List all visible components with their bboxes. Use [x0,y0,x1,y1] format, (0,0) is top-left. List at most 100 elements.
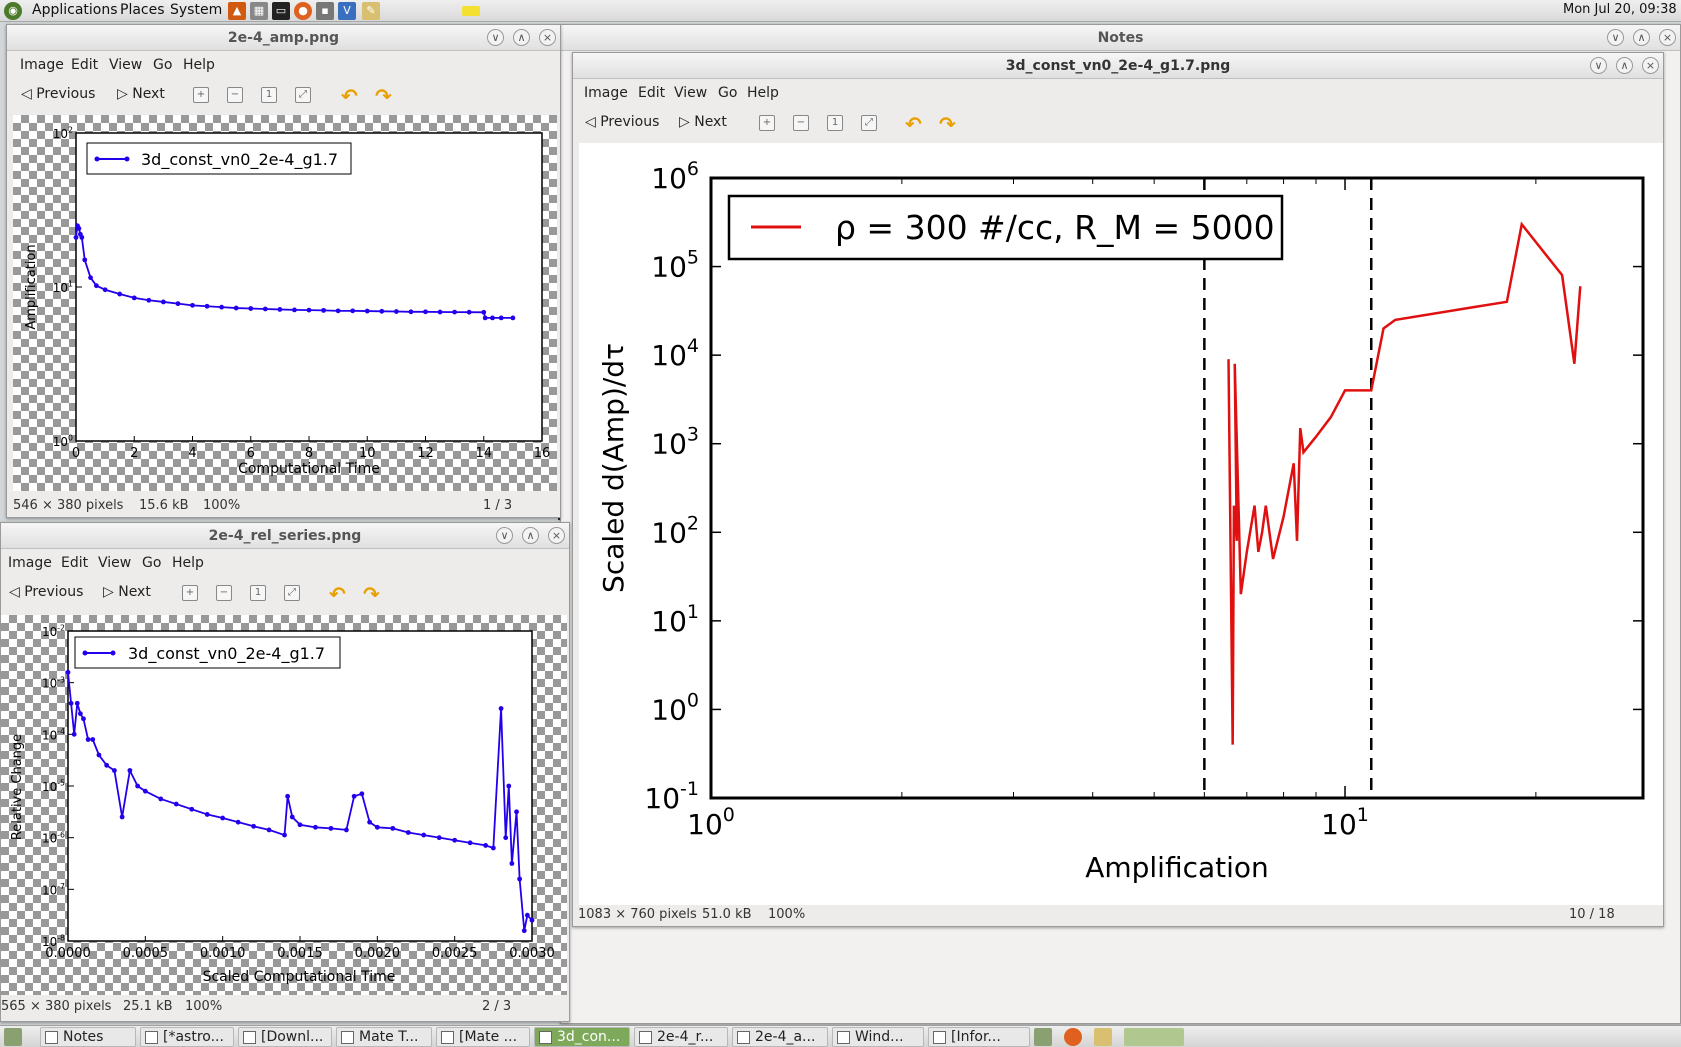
menu-view[interactable]: View [98,555,131,571]
menu-go[interactable]: Go [153,57,172,73]
data-point [82,257,88,263]
firefox-launcher-icon[interactable]: ● [294,2,312,20]
legend-marker [124,156,130,162]
maximize-button[interactable]: ∧ [1616,57,1633,74]
menu-view[interactable]: View [109,57,142,73]
zoom-normal-icon[interactable]: 1 [250,585,266,601]
zoom-out-icon[interactable]: − [227,87,243,103]
minimize-button[interactable]: ∨ [496,527,513,544]
rel-titlebar[interactable]: 2e-4_rel_series.png ∨ ∧ × [1,523,569,549]
file-manager-launcher-icon[interactable]: ▦ [250,2,268,20]
menu-image[interactable]: Image [584,85,628,101]
taskbar-item[interactable]: [Infor... [928,1027,1030,1047]
data-point [335,308,341,314]
image-viewer-amp: 2e-4_amp.png ∨ ∧ × Image Edit View Go He… [6,24,561,518]
minimize-button[interactable]: ∨ [487,29,504,46]
minimize-button[interactable]: ∨ [1590,57,1607,74]
data-point [498,315,504,321]
close-button[interactable]: × [1642,57,1659,74]
data-point [102,287,108,293]
workspace-switcher[interactable] [1124,1028,1184,1046]
menu-edit[interactable]: Edit [61,555,88,571]
menu-image[interactable]: Image [8,555,52,571]
y-tick-label: 102 [651,512,699,549]
next-button[interactable]: ▷ Next [117,86,165,102]
text-editor-launcher-icon[interactable]: ✎ [362,2,380,20]
y-tick-label: 106 [651,158,699,195]
zoom-out-icon[interactable]: − [216,585,232,601]
taskbar-item[interactable]: [*astro... [140,1027,234,1047]
matlab-launcher-icon[interactable]: ▲ [228,2,246,20]
monitor-launcher-icon[interactable]: ▪ [316,2,334,20]
previous-button[interactable]: ◁ Previous [585,114,659,130]
plot-area [75,132,543,442]
next-button[interactable]: ▷ Next [679,114,727,130]
y-tick-label: 100 [651,689,699,726]
menu-image[interactable]: Image [20,57,64,73]
notes-applet-icon[interactable] [462,6,480,16]
maximize-button[interactable]: ∧ [522,527,539,544]
rotate-right-icon[interactable]: ↷ [363,582,380,606]
close-button[interactable]: × [1659,29,1676,46]
places-menu[interactable]: Places [120,2,165,18]
show-desktop-icon[interactable] [4,1028,22,1046]
menu-go[interactable]: Go [142,555,161,571]
taskbar-item[interactable]: [Downl... [238,1027,332,1047]
taskbar-item[interactable]: Mate T... [336,1027,432,1047]
rotate-left-icon[interactable]: ↶ [329,582,346,606]
taskbar-item[interactable]: [Mate ... [436,1027,530,1047]
zoom-in-icon[interactable]: + [193,87,209,103]
visit-launcher-icon[interactable]: V [338,2,356,20]
rotate-left-icon[interactable]: ↶ [341,84,358,108]
system-menu[interactable]: System [170,2,222,18]
taskbar-item[interactable]: 2e-4_r... [634,1027,728,1047]
zoom-in-icon[interactable]: + [759,115,775,131]
menu-help[interactable]: Help [172,555,204,571]
zoom-normal-icon[interactable]: 1 [261,87,277,103]
zoom-out-icon[interactable]: − [793,115,809,131]
rotate-left-icon[interactable]: ↶ [905,112,922,136]
menu-help[interactable]: Help [183,57,215,73]
rotate-right-icon[interactable]: ↷ [375,84,392,108]
notes-titlebar[interactable]: Notes ∨ ∧ × [561,25,1680,51]
menu-edit[interactable]: Edit [638,85,665,101]
main-titlebar[interactable]: 3d_const_vn0_2e-4_g1.7.png ∨ ∧ × [573,53,1663,79]
tray-file-manager-icon[interactable] [1034,1028,1052,1046]
image-count: 10 / 18 [1569,907,1615,922]
zoom-in-icon[interactable]: + [182,585,198,601]
data-point [390,825,396,831]
data-point [220,815,226,821]
previous-button[interactable]: ◁ Previous [9,584,83,600]
x-tick-label: 100 [687,804,735,841]
applications-menu[interactable]: Applications [32,2,118,18]
taskbar-item[interactable]: 3d_con... [534,1027,630,1047]
clock[interactable]: Mon Jul 20, 09:38 [1563,2,1677,17]
menu-edit[interactable]: Edit [71,57,98,73]
rotate-right-icon[interactable]: ↷ [939,112,956,136]
menu-help[interactable]: Help [747,85,779,101]
maximize-button[interactable]: ∧ [1633,29,1650,46]
zoom-fit-icon[interactable]: ⤢ [284,585,300,601]
terminal-launcher-icon[interactable]: ▭ [272,2,290,20]
minimize-button[interactable]: ∨ [1607,29,1624,46]
previous-button[interactable]: ◁ Previous [21,86,95,102]
data-point [321,307,326,313]
y-tick-label: 103 [651,424,699,461]
taskbar-item[interactable]: Notes [40,1027,136,1047]
zoom-fit-icon[interactable]: ⤢ [295,87,311,103]
menu-view[interactable]: View [674,85,707,101]
zoom-normal-icon[interactable]: 1 [827,115,843,131]
bottom-taskbar: Notes [*astro... [Downl... Mate T... [Mate .… [0,1025,1681,1047]
close-button[interactable]: × [548,527,565,544]
zoom-fit-icon[interactable]: ⤢ [861,115,877,131]
tray-editor-icon[interactable] [1094,1028,1112,1046]
menu-go[interactable]: Go [718,85,737,101]
maximize-button[interactable]: ∧ [513,29,530,46]
mate-logo-icon[interactable]: ◉ [4,2,22,20]
close-button[interactable]: × [539,29,556,46]
tray-firefox-icon[interactable] [1064,1028,1082,1046]
next-button[interactable]: ▷ Next [103,584,151,600]
taskbar-item[interactable]: Wind... [832,1027,924,1047]
taskbar-item[interactable]: 2e-4_a... [732,1027,828,1047]
amp-titlebar[interactable]: 2e-4_amp.png ∨ ∧ × [7,25,560,51]
